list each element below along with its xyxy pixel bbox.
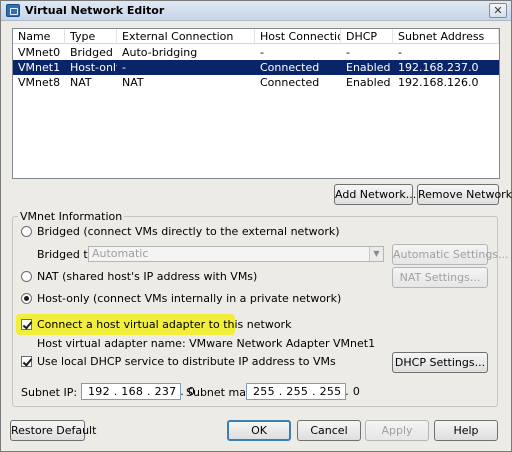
bridged-radio[interactable]: [21, 226, 32, 237]
subnet-mask-input[interactable]: 255 . 255 . 255 . 0: [246, 383, 360, 400]
cell-type: Host-only: [70, 61, 117, 74]
host-only-radio-label[interactable]: Host-only (connect VMs internally in a p…: [37, 292, 341, 305]
chevron-down-icon[interactable]: ▼: [369, 247, 383, 261]
network-row-vmnet8[interactable]: VMnet8 NAT NAT Connected Enabled 192.168…: [13, 75, 499, 90]
automatic-settings-button[interactable]: Automatic Settings...: [392, 244, 509, 265]
nat-settings-button[interactable]: NAT Settings...: [392, 267, 488, 288]
apply-button[interactable]: Apply: [365, 420, 429, 441]
cell-subnet-address: -: [398, 46, 402, 59]
close-button[interactable]: ✕: [489, 3, 507, 18]
cell-external-connection: Auto-bridging: [122, 46, 198, 59]
cell-name: VMnet8: [18, 76, 61, 89]
add-network-button[interactable]: Add Network...: [334, 184, 416, 205]
column-header-dhcp[interactable]: DHCP: [341, 29, 393, 44]
cell-type: Bridged: [70, 46, 113, 59]
bridged-to-value: Automatic: [92, 247, 149, 260]
cell-subnet-address: 192.168.126.0: [398, 76, 479, 89]
nat-radio[interactable]: [21, 271, 32, 282]
connect-host-adapter-label[interactable]: Connect a host virtual adapter to this n…: [37, 318, 291, 331]
cell-name: VMnet0: [18, 46, 61, 59]
network-row-vmnet0[interactable]: VMnet0 Bridged Auto-bridging - - -: [13, 45, 499, 60]
cell-dhcp: Enabled: [346, 61, 391, 74]
cell-external-connection: NAT: [122, 76, 144, 89]
subnet-ip-label: Subnet IP:: [21, 386, 78, 399]
host-only-radio[interactable]: [21, 293, 32, 304]
column-header-host-connection[interactable]: Host Connection: [255, 29, 341, 44]
cell-dhcp: -: [346, 46, 350, 59]
close-icon: ✕: [493, 4, 503, 17]
cell-host-connection: Connected: [260, 76, 320, 89]
network-app-icon: [6, 4, 20, 17]
column-header-type[interactable]: Type: [65, 29, 117, 44]
window-title: Virtual Network Editor: [25, 4, 165, 17]
restore-default-button[interactable]: Restore Default: [10, 420, 96, 441]
use-local-dhcp-checkbox[interactable]: [21, 356, 32, 367]
cell-external-connection: -: [122, 61, 126, 74]
bridged-radio-label[interactable]: Bridged (connect VMs directly to the ext…: [37, 225, 340, 238]
host-adapter-name-text: Host virtual adapter name: VMware Networ…: [37, 337, 376, 350]
network-row-vmnet1[interactable]: VMnet1 Host-only - Connected Enabled 192…: [13, 60, 499, 75]
cell-name: VMnet1: [18, 61, 61, 74]
list-header: Name Type External Connection Host Conne…: [13, 29, 499, 44]
help-button[interactable]: Help: [434, 420, 498, 441]
ok-button[interactable]: OK: [227, 420, 291, 441]
connect-host-adapter-checkbox[interactable]: [21, 319, 32, 330]
cell-host-connection: Connected: [260, 61, 320, 74]
column-header-external-connection[interactable]: External Connection: [117, 29, 255, 44]
bridged-to-select[interactable]: Automatic ▼: [88, 246, 384, 262]
remove-network-button[interactable]: Remove Network: [417, 184, 512, 205]
subnet-ip-input[interactable]: 192 . 168 . 237 . 0: [81, 383, 195, 400]
title-bar[interactable]: Virtual Network Editor ✕: [1, 1, 511, 21]
cell-subnet-address: 192.168.237.0: [398, 61, 479, 74]
column-header-subnet-address[interactable]: Subnet Address: [393, 29, 499, 44]
cell-type: NAT: [70, 76, 92, 89]
column-header-name[interactable]: Name: [13, 29, 65, 44]
cell-dhcp: Enabled: [346, 76, 391, 89]
virtual-network-editor-window: Virtual Network Editor ✕ Name Type Exter…: [0, 0, 512, 452]
dhcp-settings-button[interactable]: DHCP Settings...: [392, 352, 488, 373]
cancel-button[interactable]: Cancel: [297, 420, 361, 441]
use-local-dhcp-label[interactable]: Use local DHCP service to distribute IP …: [37, 355, 336, 368]
vmnet-information-title: VMnet Information: [18, 210, 125, 223]
nat-radio-label[interactable]: NAT (shared host's IP address with VMs): [37, 270, 257, 283]
network-list[interactable]: Name Type External Connection Host Conne…: [12, 28, 500, 179]
cell-host-connection: -: [260, 46, 264, 59]
